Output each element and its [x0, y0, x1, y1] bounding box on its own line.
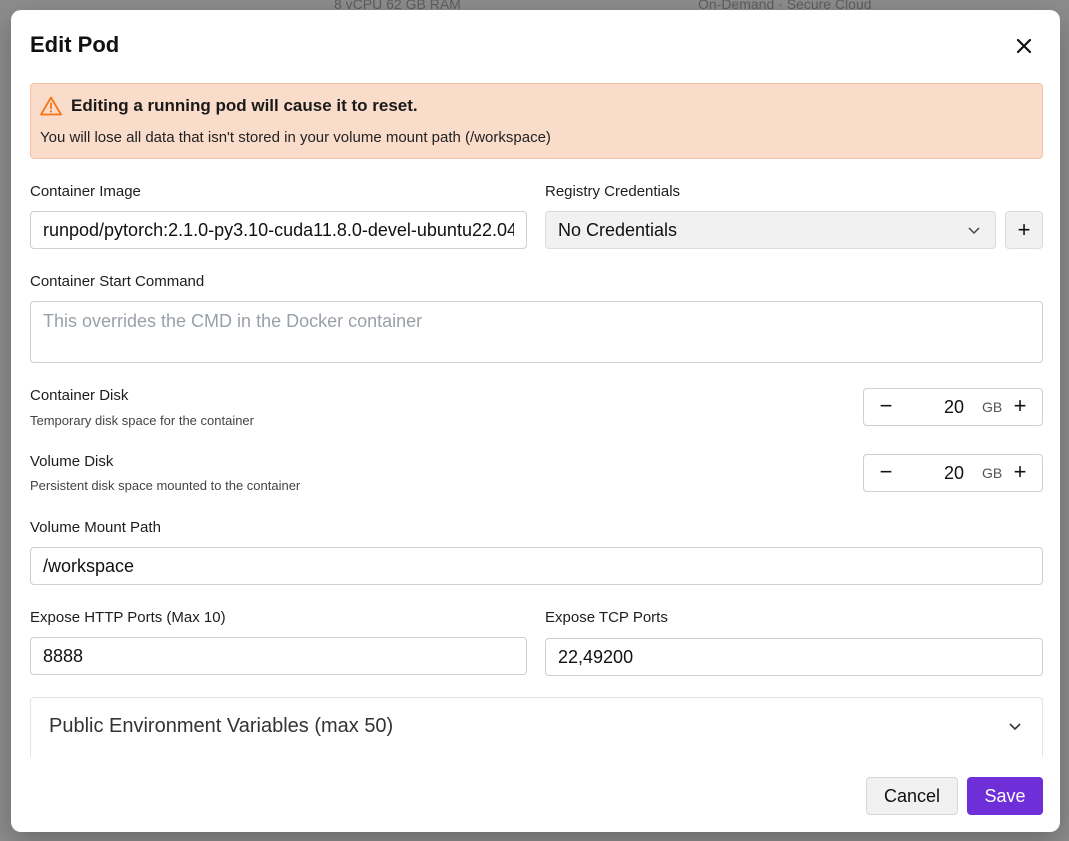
save-button[interactable]: Save	[967, 777, 1043, 815]
volume-disk-decrement-button[interactable]: −	[876, 459, 896, 485]
volume-mount-path-input[interactable]	[30, 547, 1043, 585]
chevron-down-icon	[968, 227, 980, 235]
alert-body: You will lose all data that isn't stored…	[40, 129, 551, 146]
alert-title: Editing a running pod will cause it to r…	[71, 96, 418, 115]
edit-pod-modal: Edit Pod Editing a running pod will caus…	[11, 10, 1060, 832]
volume-disk-label: Volume Disk	[30, 453, 114, 470]
container-disk-unit: GB	[982, 399, 1003, 415]
tcp-ports-label: Expose TCP Ports	[545, 609, 668, 626]
registry-credentials-label: Registry Credentials	[545, 183, 681, 200]
close-button[interactable]	[1011, 33, 1037, 59]
volume-mount-path-label: Volume Mount Path	[30, 519, 161, 536]
volume-disk-stepper: − 20 GB +	[863, 454, 1043, 492]
close-icon	[1016, 38, 1032, 54]
container-image-input[interactable]	[30, 211, 527, 249]
start-command-input[interactable]	[30, 301, 1043, 363]
container-disk-increment-button[interactable]: +	[1010, 393, 1030, 419]
registry-credentials-value: No Credentials	[558, 219, 678, 240]
volume-disk-value[interactable]: 20	[944, 463, 964, 484]
modal-title: Edit Pod	[30, 32, 120, 57]
warning-icon	[40, 96, 62, 116]
volume-disk-description: Persistent disk space mounted to the con…	[30, 478, 301, 493]
container-disk-value[interactable]: 20	[944, 397, 964, 418]
volume-disk-unit: GB	[982, 465, 1003, 481]
env-vars-accordion[interactable]: Public Environment Variables (max 50)	[30, 697, 1043, 757]
container-image-label: Container Image	[30, 183, 141, 200]
container-disk-description: Temporary disk space for the container	[30, 413, 254, 428]
add-credentials-button[interactable]: +	[1005, 211, 1043, 249]
registry-credentials-select[interactable]: No Credentials	[545, 211, 996, 249]
chevron-down-icon	[1009, 723, 1021, 731]
http-ports-input[interactable]	[30, 637, 527, 675]
container-disk-decrement-button[interactable]: −	[876, 393, 896, 419]
container-disk-label: Container Disk	[30, 387, 129, 404]
cancel-button[interactable]: Cancel	[866, 777, 958, 815]
env-vars-accordion-label: Public Environment Variables (max 50)	[49, 715, 394, 737]
http-ports-label: Expose HTTP Ports (Max 10)	[30, 609, 226, 626]
tcp-ports-input[interactable]	[545, 638, 1043, 676]
start-command-label: Container Start Command	[30, 273, 205, 290]
volume-disk-increment-button[interactable]: +	[1010, 459, 1030, 485]
reset-warning-alert: Editing a running pod will cause it to r…	[30, 83, 1043, 159]
container-disk-stepper: − 20 GB +	[863, 388, 1043, 426]
